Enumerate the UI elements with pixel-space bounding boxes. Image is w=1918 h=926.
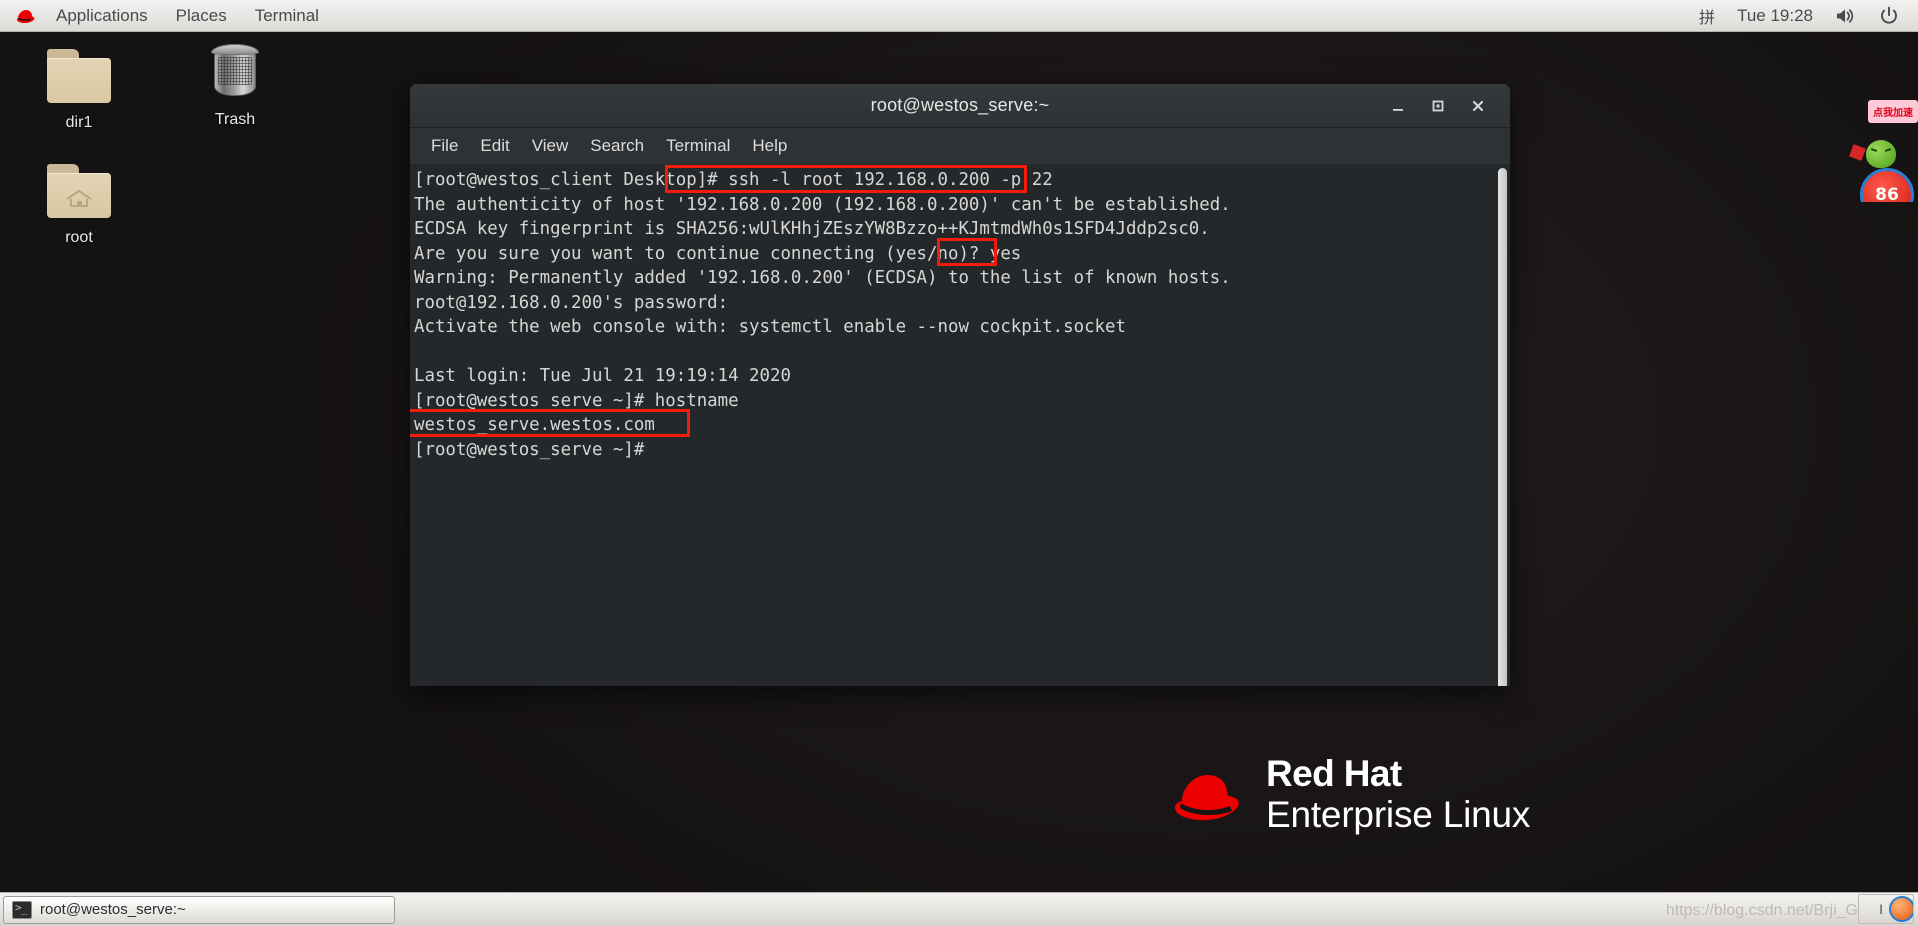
menu-edit[interactable]: Edit <box>469 133 520 159</box>
menu-search[interactable]: Search <box>579 133 655 159</box>
ime-indicator[interactable]: 拼 <box>1688 0 1726 31</box>
clock-label: Tue 19:28 <box>1737 5 1813 25</box>
desktop-icon-dir1[interactable]: dir1 <box>24 45 134 132</box>
taskbar-window-label: root@westos_serve:~ <box>40 901 186 918</box>
window-title: root@westos_serve:~ <box>870 95 1050 115</box>
menu-terminal[interactable]: Terminal <box>655 133 741 159</box>
redhat-fedora-icon <box>1175 775 1239 821</box>
taskbar-tray-corner[interactable]: I <box>1858 894 1914 924</box>
menu-view-label: View <box>531 135 569 155</box>
menu-terminal-app[interactable]: Terminal <box>241 0 333 31</box>
menu-search-label: Search <box>590 135 645 155</box>
desktop-icon-dir1-label: dir1 <box>65 114 93 131</box>
tray-app-icon[interactable] <box>1889 896 1913 922</box>
desktop-icon-root[interactable]: root <box>24 160 134 247</box>
top-panel: Applications Places Terminal 拼 Tue 19:28 <box>0 0 1918 32</box>
floating-ad-widget[interactable]: 点我加速 86 <box>1840 92 1918 202</box>
menu-applications[interactable]: Applications <box>42 0 162 31</box>
terminal-screen[interactable]: [root@westos_client Desktop]# ssh -l roo… <box>410 164 1510 686</box>
terminal-window[interactable]: root@westos_serve:~ File Edit View Searc… <box>410 84 1510 686</box>
top-panel-left: Applications Places Terminal <box>0 0 333 31</box>
close-icon[interactable] <box>1458 89 1498 123</box>
window-titlebar[interactable]: root@westos_serve:~ <box>410 84 1510 128</box>
menu-places-label: Places <box>175 5 227 25</box>
rhel-branding: Red Hat Enterprise Linux <box>1170 755 1530 833</box>
menu-terminal-label: Terminal <box>666 135 731 155</box>
ad-bubble-text: 点我加速 <box>1868 100 1918 123</box>
menu-edit-label: Edit <box>480 135 510 155</box>
rhel-line1: Red Hat <box>1266 753 1402 794</box>
terminal-output: [root@westos_client Desktop]# ssh -l roo… <box>414 170 1231 460</box>
menu-places[interactable]: Places <box>162 0 241 31</box>
menu-file-label: File <box>431 135 459 155</box>
desktop-icon-root-label: root <box>65 229 93 246</box>
terminal-menubar: File Edit View Search Terminal Help <box>410 128 1510 164</box>
ime-indicator-label: 拼 <box>1699 7 1716 27</box>
ad-speed-badge[interactable]: 86 <box>1860 168 1914 202</box>
menu-help-label: Help <box>752 135 788 155</box>
ad-diamond-icon <box>1849 144 1866 161</box>
ad-creature-icon <box>1866 140 1896 168</box>
top-panel-tray: 拼 Tue 19:28 <box>1688 0 1918 31</box>
minimize-icon[interactable] <box>1378 89 1418 123</box>
taskbar: root@westos_serve:~ https://blog.csdn.ne… <box>0 892 1918 926</box>
rhel-wordmark: Red Hat Enterprise Linux <box>1266 755 1530 833</box>
home-folder-icon <box>43 160 115 224</box>
menu-help[interactable]: Help <box>741 133 798 159</box>
taskbar-window-button[interactable]: root@westos_serve:~ <box>3 895 395 924</box>
watermark: https://blog.csdn.net/Brji_G <box>1665 902 1858 919</box>
volume-icon[interactable] <box>1824 0 1868 31</box>
menu-applications-label: Applications <box>56 5 148 25</box>
trash-icon <box>199 42 271 106</box>
terminal-scrollbar-thumb[interactable] <box>1498 168 1507 686</box>
terminal-icon <box>12 900 32 919</box>
clock[interactable]: Tue 19:28 <box>1726 0 1824 31</box>
menu-terminal-app-label: Terminal <box>254 5 319 25</box>
folder-icon <box>43 45 115 109</box>
maximize-icon[interactable] <box>1418 89 1458 123</box>
rhel-line2: Enterprise Linux <box>1266 794 1531 835</box>
redhat-logo-icon <box>0 8 42 24</box>
menu-view[interactable]: View <box>521 133 580 159</box>
desktop-icon-trash-label: Trash <box>214 111 256 128</box>
text-cursor-icon: I <box>1879 901 1883 917</box>
terminal-scrollbar[interactable] <box>1494 164 1510 686</box>
power-icon[interactable] <box>1868 0 1910 31</box>
menu-file[interactable]: File <box>420 133 469 159</box>
window-controls <box>1378 84 1498 127</box>
desktop-icon-trash[interactable]: Trash <box>180 42 290 129</box>
